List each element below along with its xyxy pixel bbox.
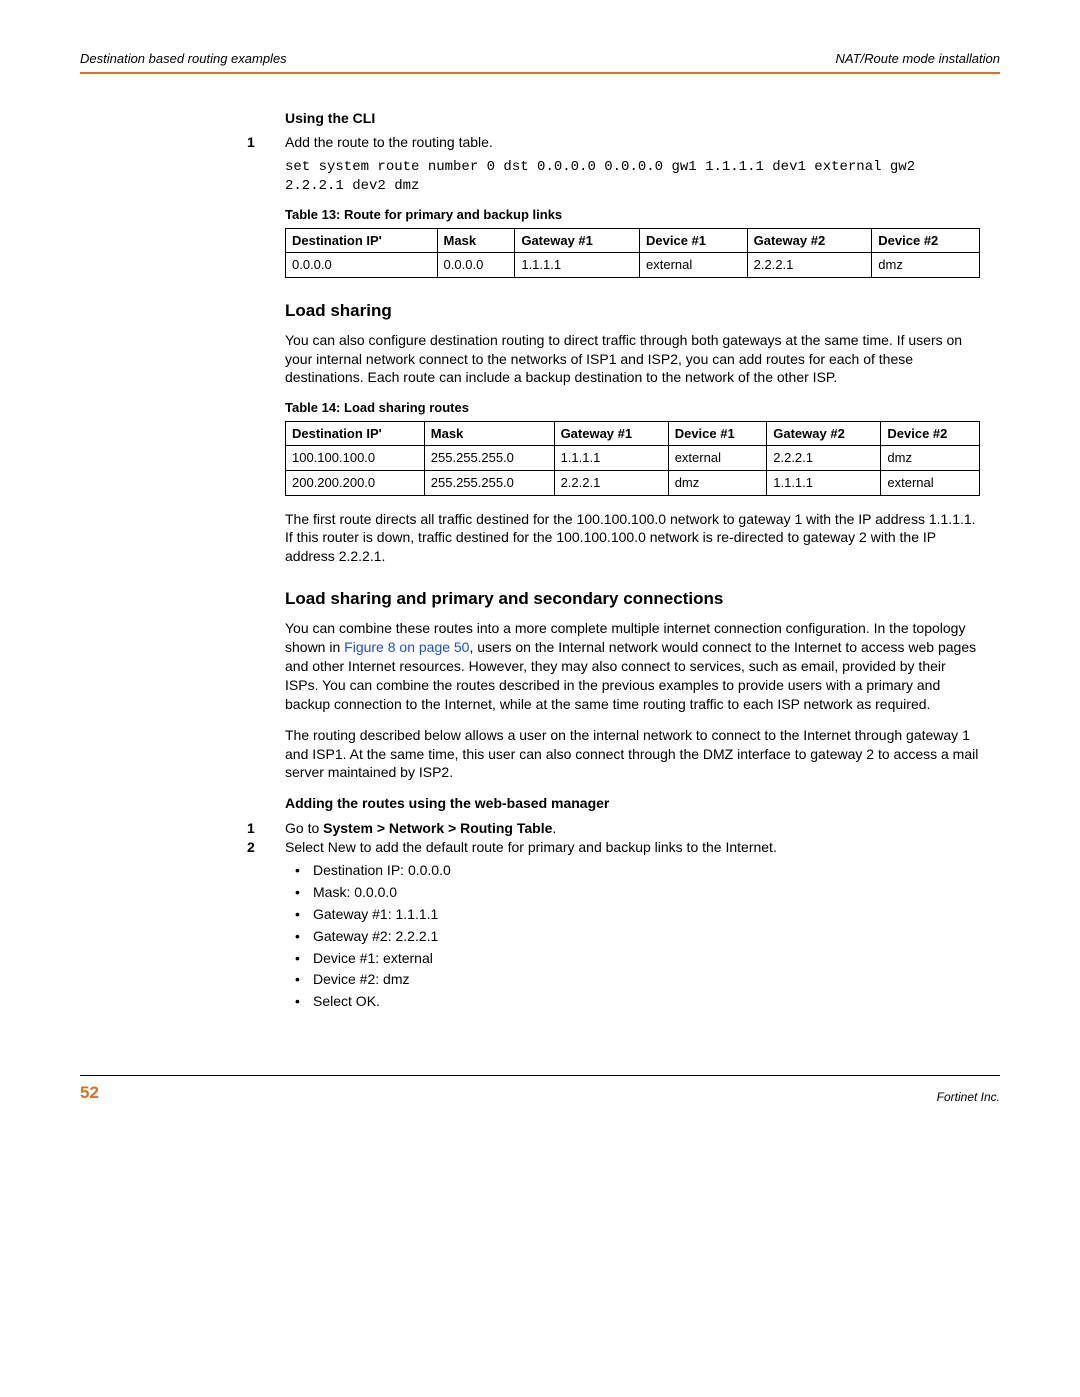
table13-caption: Table 13: Route for primary and backup l… bbox=[285, 206, 980, 224]
step1-prefix: Go to bbox=[285, 820, 323, 836]
page-header: Destination based routing examples NAT/R… bbox=[80, 50, 1000, 74]
table-cell: 100.100.100.0 bbox=[286, 446, 425, 471]
table-header-cell: Destination IP' bbox=[286, 228, 438, 253]
list-item: Select OK. bbox=[313, 992, 980, 1011]
list-item: Gateway #2: 2.2.2.1 bbox=[313, 927, 980, 946]
header-right: NAT/Route mode installation bbox=[835, 50, 1000, 68]
cli-step-1: 1 Add the route to the routing table. bbox=[247, 133, 980, 152]
step-text: Add the route to the routing table. bbox=[285, 133, 980, 152]
load-sharing-intro: You can also configure destination routi… bbox=[285, 331, 980, 388]
table-header-cell: Mask bbox=[437, 228, 515, 253]
load-sharing-explain: The first route directs all traffic dest… bbox=[285, 510, 980, 567]
page-number: 52 bbox=[80, 1082, 99, 1105]
table-cell: external bbox=[640, 253, 748, 278]
table-cell: 200.200.200.0 bbox=[286, 471, 425, 496]
table-cell: dmz bbox=[668, 471, 767, 496]
using-cli-heading: Using the CLI bbox=[285, 109, 980, 128]
step-text: Select New to add the default route for … bbox=[285, 838, 980, 1015]
web-step-1: 1 Go to System > Network > Routing Table… bbox=[247, 819, 980, 838]
web-step-2: 2 Select New to add the default route fo… bbox=[247, 838, 980, 1015]
table-header-cell: Gateway #2 bbox=[747, 228, 872, 253]
table-cell: 1.1.1.1 bbox=[515, 253, 640, 278]
figure-link[interactable]: Figure 8 on page 50 bbox=[344, 639, 469, 655]
table-header-cell: Gateway #2 bbox=[767, 421, 881, 446]
list-item: Gateway #1: 1.1.1.1 bbox=[313, 905, 980, 924]
table-header-cell: Mask bbox=[424, 421, 554, 446]
combo-p2: The routing described below allows a use… bbox=[285, 726, 980, 783]
table-cell: external bbox=[668, 446, 767, 471]
load-sharing-heading: Load sharing bbox=[285, 300, 980, 323]
table-header-cell: Gateway #1 bbox=[554, 421, 668, 446]
step2-text: Select New to add the default route for … bbox=[285, 839, 777, 855]
nav-path: System > Network > Routing Table bbox=[323, 820, 552, 836]
table-row: 0.0.0.00.0.0.01.1.1.1external2.2.2.1dmz bbox=[286, 253, 980, 278]
header-left: Destination based routing examples bbox=[80, 50, 287, 68]
table13: Destination IP'MaskGateway #1Device #1Ga… bbox=[285, 228, 980, 278]
step-text: Go to System > Network > Routing Table. bbox=[285, 819, 980, 838]
settings-list: Destination IP: 0.0.0.0 Mask: 0.0.0.0 Gate… bbox=[285, 861, 980, 1011]
list-item: Mask: 0.0.0.0 bbox=[313, 883, 980, 902]
table-row: 200.200.200.0255.255.255.02.2.2.1dmz1.1.… bbox=[286, 471, 980, 496]
table-cell: 2.2.2.1 bbox=[767, 446, 881, 471]
table-header-cell: Device #2 bbox=[881, 421, 980, 446]
footer-company: Fortinet Inc. bbox=[937, 1089, 1000, 1105]
table-cell: 0.0.0.0 bbox=[286, 253, 438, 278]
combo-heading: Load sharing and primary and secondary c… bbox=[285, 588, 980, 611]
table14-caption: Table 14: Load sharing routes bbox=[285, 399, 980, 417]
table14: Destination IP'MaskGateway #1Device #1Ga… bbox=[285, 421, 980, 496]
table-cell: 1.1.1.1 bbox=[767, 471, 881, 496]
table-cell: 0.0.0.0 bbox=[437, 253, 515, 278]
table-cell: 255.255.255.0 bbox=[424, 471, 554, 496]
table-cell: dmz bbox=[872, 253, 980, 278]
table-header-cell: Device #1 bbox=[640, 228, 748, 253]
step-number: 2 bbox=[247, 838, 285, 1015]
table-header-cell: Gateway #1 bbox=[515, 228, 640, 253]
table-cell: 2.2.2.1 bbox=[747, 253, 872, 278]
step-number: 1 bbox=[247, 133, 285, 152]
web-manager-heading: Adding the routes using the web-based ma… bbox=[285, 794, 980, 813]
main-content: Using the CLI 1 Add the route to the rou… bbox=[285, 109, 980, 1016]
list-item: Device #1: external bbox=[313, 949, 980, 968]
list-item: Device #2: dmz bbox=[313, 970, 980, 989]
combo-p1: You can combine these routes into a more… bbox=[285, 619, 980, 713]
page-footer: 52 Fortinet Inc. bbox=[80, 1075, 1000, 1105]
table-cell: 1.1.1.1 bbox=[554, 446, 668, 471]
table-cell: external bbox=[881, 471, 980, 496]
table-cell: dmz bbox=[881, 446, 980, 471]
table-header-cell: Destination IP' bbox=[286, 421, 425, 446]
list-item: Destination IP: 0.0.0.0 bbox=[313, 861, 980, 880]
table-row: 100.100.100.0255.255.255.01.1.1.1externa… bbox=[286, 446, 980, 471]
table-cell: 255.255.255.0 bbox=[424, 446, 554, 471]
step-number: 1 bbox=[247, 819, 285, 838]
table-cell: 2.2.2.1 bbox=[554, 471, 668, 496]
step1-suffix: . bbox=[552, 820, 556, 836]
table-header-cell: Device #1 bbox=[668, 421, 767, 446]
table-header-cell: Device #2 bbox=[872, 228, 980, 253]
cli-code-block: set system route number 0 dst 0.0.0.0 0.… bbox=[285, 158, 980, 196]
